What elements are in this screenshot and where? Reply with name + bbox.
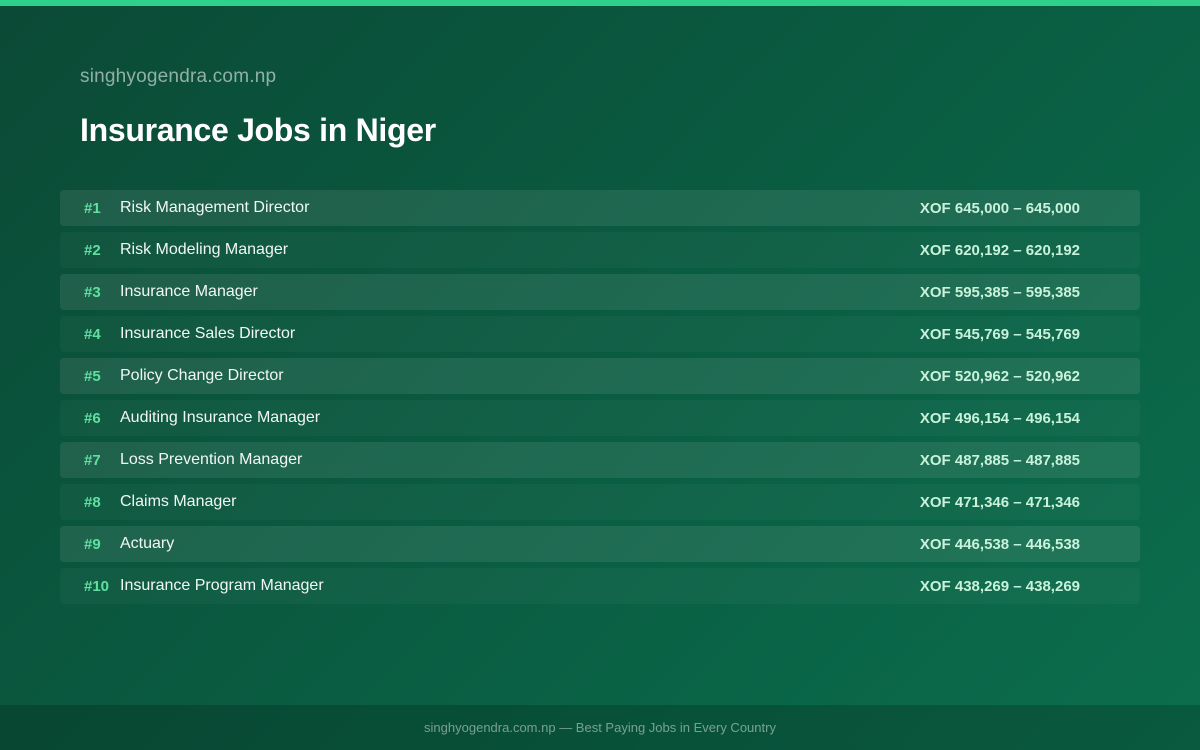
job-rank: #7 xyxy=(84,451,101,469)
job-row: #3 Insurance Manager XOF 595,385 – 595,3… xyxy=(60,274,1140,310)
job-title: Policy Change Director xyxy=(120,367,284,384)
job-rank: #6 xyxy=(84,409,101,427)
job-row: #7 Loss Prevention Manager XOF 487,885 –… xyxy=(60,442,1140,478)
job-row: #1 Risk Management Director XOF 645,000 … xyxy=(60,190,1140,226)
job-row: #6 Auditing Insurance Manager XOF 496,15… xyxy=(60,400,1140,436)
job-row: #8 Claims Manager XOF 471,346 – 471,346 xyxy=(60,484,1140,520)
page-title: Insurance Jobs in Niger xyxy=(80,112,436,148)
top-accent-bar xyxy=(0,0,1200,6)
job-salary: XOF 595,385 – 595,385 xyxy=(919,283,1080,301)
job-salary: XOF 471,346 – 471,346 xyxy=(919,493,1080,511)
job-rank: #8 xyxy=(84,493,101,511)
site-brand: singhyogendra.com.np xyxy=(80,66,277,87)
job-title: Insurance Sales Director xyxy=(120,325,296,342)
job-salary: XOF 545,769 – 545,769 xyxy=(919,325,1080,343)
job-rank: #1 xyxy=(84,199,101,217)
job-rank: #2 xyxy=(84,241,101,259)
job-salary: XOF 620,192 – 620,192 xyxy=(919,241,1080,259)
job-rank: #9 xyxy=(84,535,101,553)
job-row: #2 Risk Modeling Manager XOF 620,192 – 6… xyxy=(60,232,1140,268)
job-title: Loss Prevention Manager xyxy=(120,451,303,468)
job-rank: #3 xyxy=(84,283,101,301)
job-row: #10 Insurance Program Manager XOF 438,26… xyxy=(60,568,1140,604)
job-rank: #4 xyxy=(84,325,101,343)
job-row: #4 Insurance Sales Director XOF 545,769 … xyxy=(60,316,1140,352)
footer-text: singhyogendra.com.np — Best Paying Jobs … xyxy=(424,720,776,735)
job-row: #9 Actuary XOF 446,538 – 446,538 xyxy=(60,526,1140,562)
job-title: Insurance Program Manager xyxy=(120,577,324,594)
job-salary: XOF 496,154 – 496,154 xyxy=(919,409,1080,427)
job-rank: #5 xyxy=(84,367,101,385)
job-title: Actuary xyxy=(120,535,175,552)
footer-bar: singhyogendra.com.np — Best Paying Jobs … xyxy=(0,705,1200,750)
job-salary: XOF 520,962 – 520,962 xyxy=(919,367,1080,385)
job-title: Risk Management Director xyxy=(120,199,310,216)
job-salary: XOF 438,269 – 438,269 xyxy=(919,577,1080,595)
job-salary: XOF 487,885 – 487,885 xyxy=(919,451,1080,469)
job-list: #1 Risk Management Director XOF 645,000 … xyxy=(60,190,1140,610)
job-title: Risk Modeling Manager xyxy=(120,241,289,258)
job-rank: #10 xyxy=(84,577,110,595)
job-row: #5 Policy Change Director XOF 520,962 – … xyxy=(60,358,1140,394)
job-salary: XOF 446,538 – 446,538 xyxy=(919,535,1080,553)
job-title: Claims Manager xyxy=(120,493,237,510)
job-salary: XOF 645,000 – 645,000 xyxy=(919,199,1080,217)
job-title: Insurance Manager xyxy=(120,283,258,300)
job-title: Auditing Insurance Manager xyxy=(120,409,321,426)
